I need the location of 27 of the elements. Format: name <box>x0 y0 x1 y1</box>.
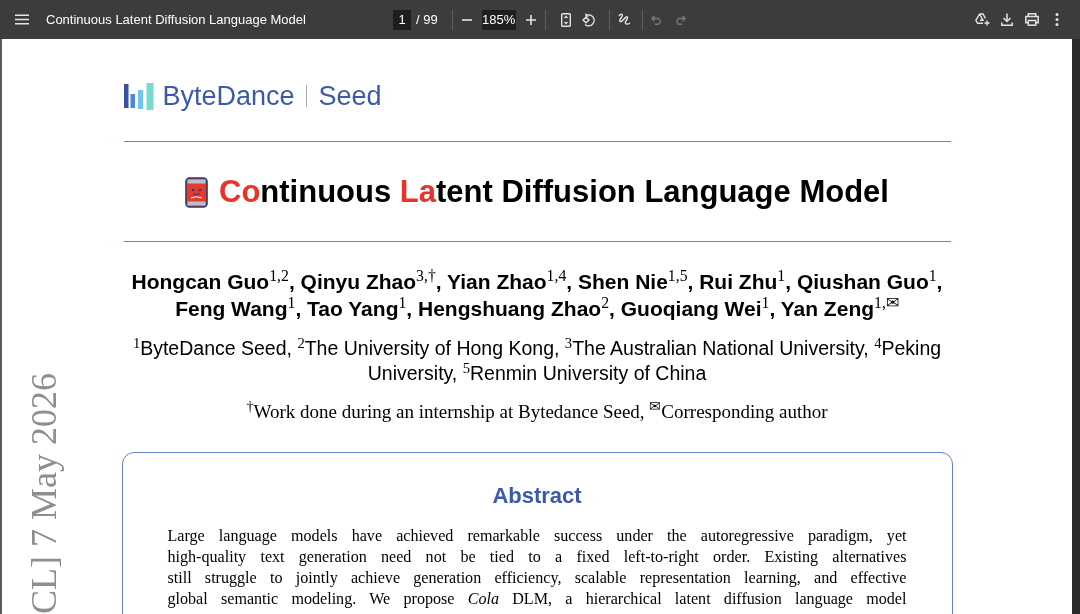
page-count: / 99 <box>416 10 438 29</box>
paper-title: Continuous Latent Diffusion Language Model <box>219 173 889 211</box>
arxiv-date-label: CL] 7 May 2026 <box>24 373 64 614</box>
affiliation-list: $^{1}$ByteDance Seed, $^{2}$The University of Hong Kong, $^{3}$The Australian National University, $^{4}$Peking University, $^{5}$Renmin University of China <box>121 336 953 386</box>
plus-icon <box>525 14 536 25</box>
menu-icon <box>15 14 29 25</box>
triangle-plus-icon <box>974 13 990 26</box>
download-icon <box>1001 13 1013 26</box>
page-fit-icon <box>560 12 571 27</box>
rotate-icon <box>581 12 596 27</box>
zoom-field[interactable]: 185% <box>481 9 516 30</box>
page-number-field[interactable]: 1 <box>393 9 411 30</box>
abstract-paragraph: Large language models have achieved remarkable success under the autoregressive paradigm, yet high-quality text generation need not be tied to a fixed left-to-right order. Existing alternatives still struggle to jointly achieve generation efficiency, scalable representation learning, and effective global semantic modeling. We propose Cola DLM, a hierarchical latent diffusion language model <box>167 526 907 609</box>
document-title: Continuous Latent Diffusion Language Model <box>46 10 306 29</box>
team-name: Seed <box>318 81 382 111</box>
redo-icon <box>673 14 686 25</box>
author-footnote: $^{†}$Work done during an internship at Bytedance Seed, $^{✉}$Corresponding author <box>245 400 829 424</box>
company-name: ByteDance <box>162 81 295 111</box>
squiggle-icon <box>618 13 632 26</box>
logo-icon <box>123 82 154 110</box>
minus-icon <box>461 18 472 21</box>
undo-icon <box>650 14 663 25</box>
author-list: Hongcan Guo$^{1,2}$, Qinyu Zhao$^{3,†}$, Yian Zhao$^{1,4}$, Shen Nie$^{1,5}$, Rui Zhu$^{1}$, Qiushan Guo$^{1}$, Feng Wang$^{1}$, Tao Yang$^{1}$, Hengshuang Zhao$^{2}$, Guoqiang Wei$^{1}$, Yan Zeng$^{1,✉}$ <box>121 268 953 322</box>
more-icon <box>1055 13 1059 26</box>
abstract-heading: Abstract <box>491 482 583 510</box>
print-icon <box>1025 13 1039 26</box>
soda-can-icon <box>185 176 209 208</box>
